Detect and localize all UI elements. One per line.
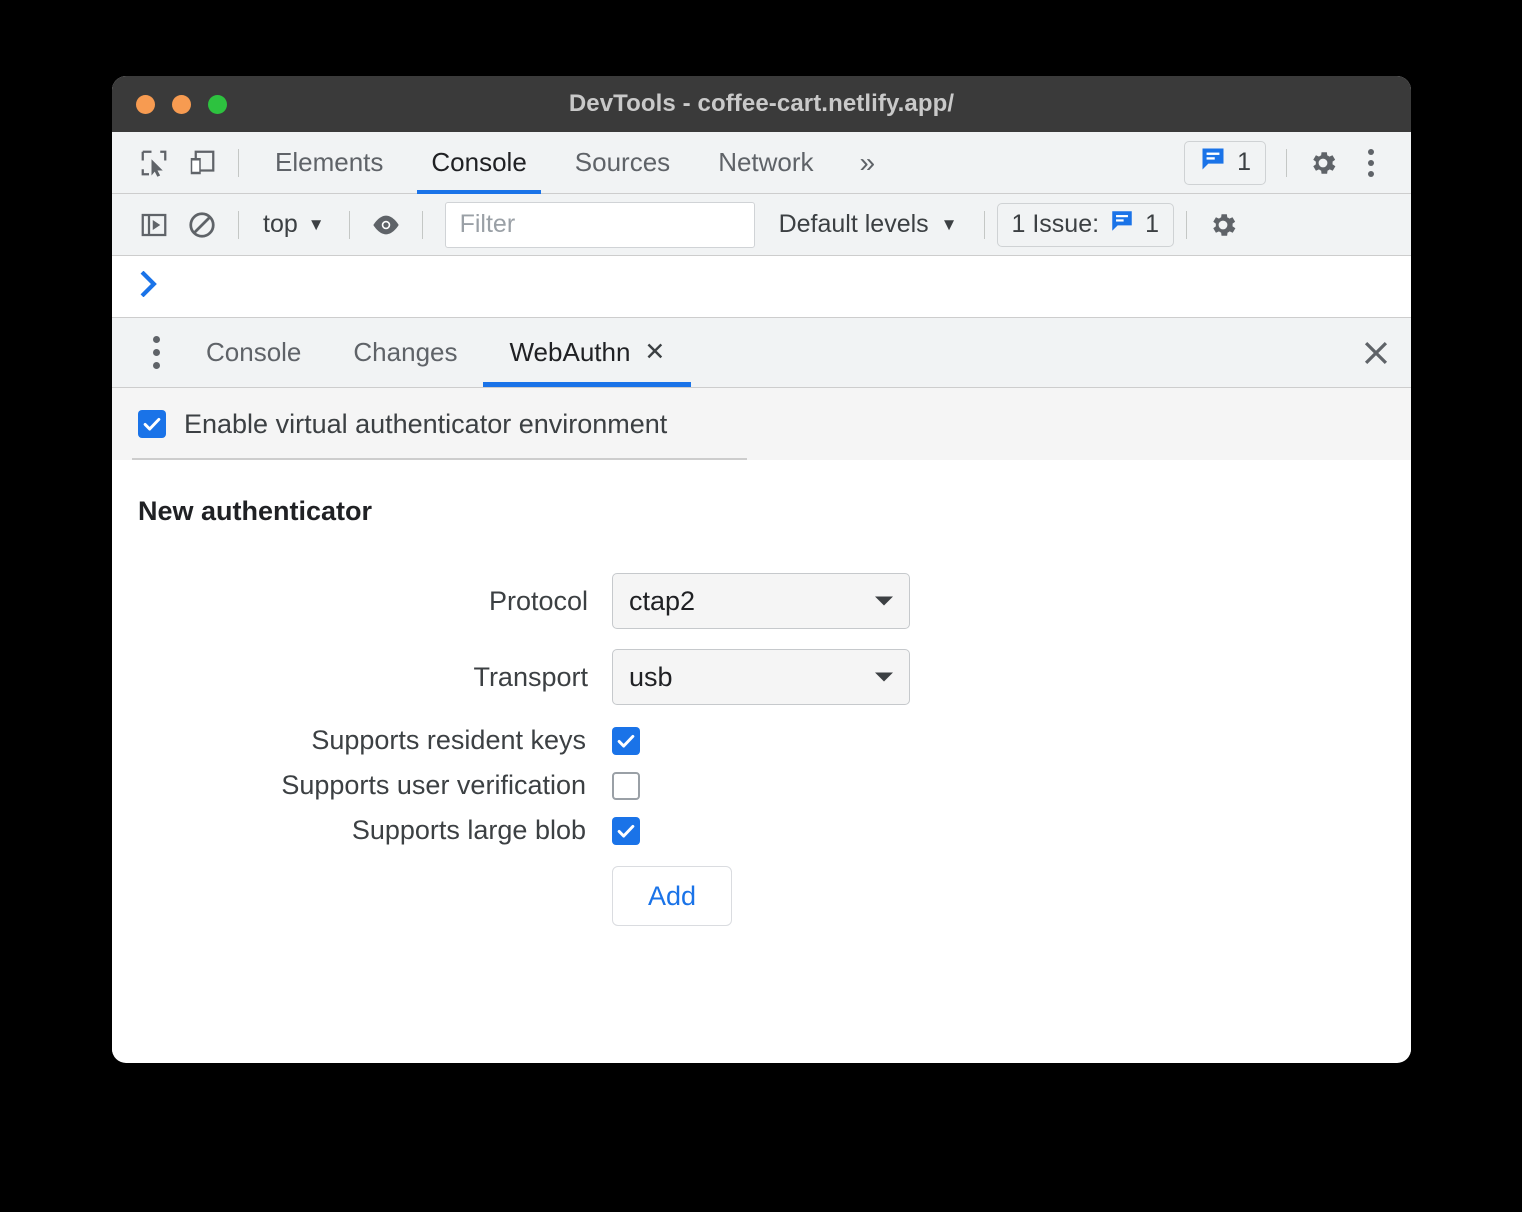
transport-select[interactable]: usb — [612, 649, 910, 705]
message-bubble-icon — [1109, 208, 1135, 241]
large-blob-label: Supports large blob — [351, 815, 586, 845]
log-levels-selector[interactable]: Default levels ▼ — [765, 210, 972, 239]
drawer-tab-bar: Console Changes WebAuthn ✕ — [112, 318, 1411, 388]
protocol-select[interactable]: ctap2 — [612, 573, 910, 629]
tab-sources[interactable]: Sources — [551, 132, 694, 194]
protocol-label: Protocol — [488, 585, 588, 616]
issues-counter-button[interactable]: 1 Issue: 1 — [996, 202, 1174, 247]
drawer-tab-webauthn-label: WebAuthn — [509, 337, 631, 367]
drawer-tab-console[interactable]: Console — [180, 318, 327, 387]
resident-keys-checkbox[interactable] — [612, 726, 640, 755]
panel-tabs: Elements Console Sources Network — [251, 132, 838, 194]
more-tabs-icon[interactable]: » — [838, 147, 898, 179]
issues-badge-button[interactable]: 1 — [1184, 140, 1266, 185]
webauthn-panel: New authenticator Protocol ctap2 Transpo… — [112, 460, 1411, 1054]
toolbar-divider — [238, 148, 239, 177]
chevron-down-icon — [875, 672, 893, 682]
console-divider-3 — [421, 210, 423, 239]
drawer-tab-changes-label: Changes — [353, 337, 458, 367]
drawer-tab-console-label: Console — [206, 337, 302, 367]
user-verification-checkbox[interactable] — [612, 771, 640, 800]
toolbar-divider-2 — [1286, 148, 1287, 177]
console-divider-4 — [983, 210, 985, 239]
user-verification-label: Supports user verification — [281, 770, 586, 800]
chevron-down-icon: ▼ — [307, 215, 325, 234]
transport-label: Transport — [473, 661, 588, 692]
issues-badge-count: 1 — [1237, 148, 1251, 176]
console-divider-5 — [1185, 210, 1187, 239]
gear-icon[interactable] — [1199, 201, 1247, 249]
add-authenticator-row: Add — [112, 866, 1411, 926]
chevron-down-icon — [875, 596, 893, 606]
devtools-window: DevTools - coffee-cart.netlify.app/ Elem… — [112, 76, 1411, 1063]
device-toolbar-icon[interactable] — [178, 139, 226, 187]
console-message-area[interactable] — [112, 256, 1411, 318]
message-bubble-icon — [1199, 145, 1227, 180]
tab-network[interactable]: Network — [694, 132, 837, 194]
tab-elements[interactable]: Elements — [251, 132, 407, 194]
clear-console-icon[interactable] — [178, 201, 226, 249]
transport-row: Transport usb — [112, 649, 1411, 705]
gear-icon[interactable] — [1299, 139, 1347, 187]
tab-console-label: Console — [431, 147, 527, 177]
screenshot-root: DevTools - coffee-cart.netlify.app/ Elem… — [0, 0, 1522, 1212]
execution-context-label: top — [263, 210, 298, 238]
tab-elements-label: Elements — [275, 147, 384, 177]
close-drawer-button[interactable] — [1341, 318, 1411, 387]
enable-virtual-authenticator-row[interactable]: Enable virtual authenticator environment — [112, 388, 1411, 460]
tab-console[interactable]: Console — [407, 132, 550, 194]
kebab-menu-icon[interactable] — [132, 318, 180, 387]
new-authenticator-heading: New authenticator — [138, 496, 373, 526]
large-blob-row: Supports large blob — [112, 815, 1411, 846]
window-title: DevTools - coffee-cart.netlify.app/ — [568, 90, 955, 117]
enable-virtual-authenticator-label: Enable virtual authenticator environment — [184, 408, 668, 439]
resident-keys-row: Supports resident keys — [112, 725, 1411, 756]
drawer-tab-webauthn[interactable]: WebAuthn ✕ — [483, 318, 692, 387]
issues-counter-label: 1 Issue: — [1011, 210, 1100, 238]
chevron-down-icon: ▼ — [940, 215, 958, 234]
console-toolbar: top ▼ Filter Default levels ▼ 1 Issue: 1 — [112, 194, 1411, 256]
tab-sources-label: Sources — [574, 147, 671, 177]
live-expression-eye-icon[interactable] — [362, 201, 410, 249]
console-divider-1 — [238, 210, 239, 239]
kebab-menu-icon[interactable] — [1347, 139, 1395, 187]
title-bar: DevTools - coffee-cart.netlify.app/ — [112, 76, 1411, 132]
main-toolbar: Elements Console Sources Network » 1 — [112, 132, 1411, 194]
issues-counter-count: 1 — [1145, 210, 1159, 238]
drawer-spacer — [691, 318, 1341, 387]
filter-input[interactable]: Filter — [444, 201, 755, 248]
resident-keys-label: Supports resident keys — [311, 725, 586, 755]
console-prompt-icon — [140, 270, 160, 303]
enable-virtual-authenticator-checkbox[interactable] — [138, 410, 166, 438]
tab-network-label: Network — [718, 147, 814, 177]
inspect-element-icon[interactable] — [130, 139, 178, 187]
large-blob-checkbox[interactable] — [612, 816, 640, 845]
drawer-tab-changes[interactable]: Changes — [327, 318, 483, 387]
execution-context-selector[interactable]: top ▼ — [251, 210, 337, 239]
console-sidebar-icon[interactable] — [130, 201, 178, 249]
protocol-row: Protocol ctap2 — [112, 573, 1411, 629]
console-divider-2 — [348, 210, 350, 239]
transport-value: usb — [629, 661, 673, 692]
protocol-value: ctap2 — [629, 585, 696, 616]
close-icon[interactable]: ✕ — [644, 340, 665, 365]
add-button[interactable]: Add — [612, 866, 732, 926]
log-levels-label: Default levels — [778, 210, 929, 238]
user-verification-row: Supports user verification — [112, 770, 1411, 801]
